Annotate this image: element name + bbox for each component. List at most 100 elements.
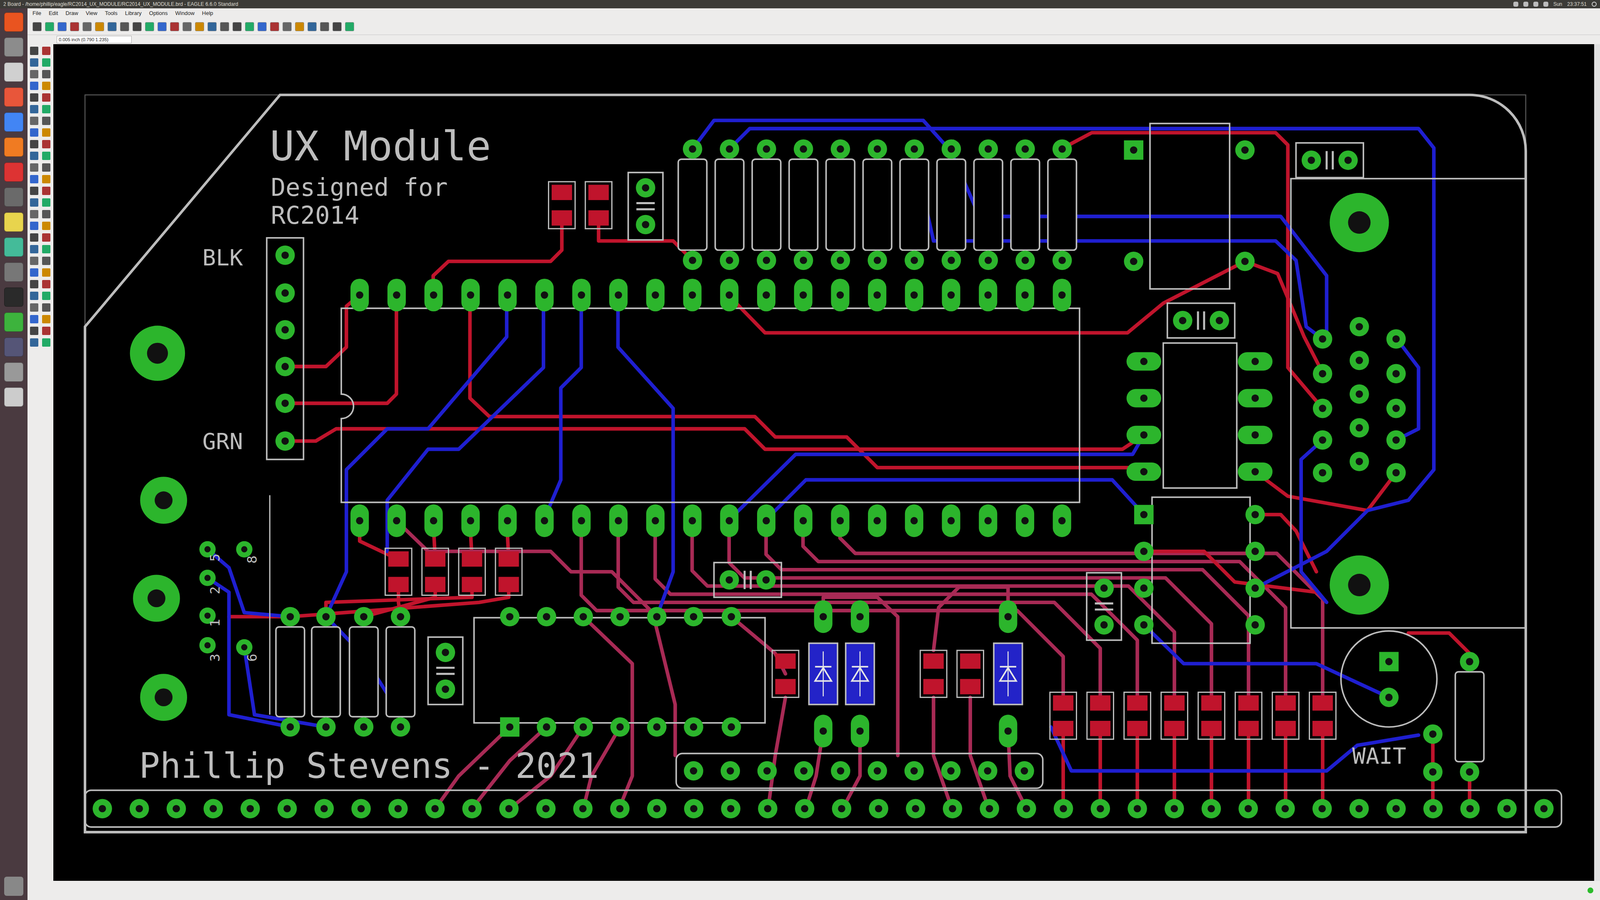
tool-icon[interactable] [42,58,51,67]
tool-icon[interactable] [42,268,51,277]
indicator-icon[interactable] [1533,1,1539,7]
toolbar-icon[interactable] [182,22,192,32]
tool-icon[interactable] [30,81,39,90]
menu-item[interactable]: Options [149,9,168,18]
tool-icon[interactable] [42,280,51,289]
tool-icon[interactable] [42,116,51,125]
tool-icon[interactable] [30,46,39,55]
menu-item[interactable]: Tools [105,9,118,18]
launcher-app-icon[interactable] [4,387,24,407]
tool-icon[interactable] [42,93,51,102]
tool-icon[interactable] [30,93,39,102]
tool-icon[interactable] [42,46,51,55]
menu-item[interactable]: Window [175,9,195,18]
tool-icon[interactable] [42,140,51,149]
tool-icon[interactable] [42,210,51,219]
board-canvas[interactable]: 582136UX ModuleDesigned forRC2014BLKGRNP… [53,44,1595,881]
toolbar-icon[interactable] [132,22,142,32]
tool-icon[interactable] [42,175,51,184]
menu-item[interactable]: File [32,9,42,18]
tool-icon[interactable] [30,105,39,114]
toolbar-icon[interactable] [332,22,342,32]
launcher-app-icon[interactable] [4,187,24,207]
toolbar-icon[interactable] [157,22,167,32]
tool-icon[interactable] [30,233,39,242]
tool-icon[interactable] [30,175,39,184]
power-icon[interactable] [1591,1,1597,7]
menu-item[interactable]: View [85,9,98,18]
launcher-app-icon[interactable] [4,162,24,182]
toolbar-icon[interactable] [95,22,105,32]
tool-icon[interactable] [30,116,39,125]
tool-icon[interactable] [30,315,39,324]
tool-icon[interactable] [30,198,39,207]
toolbar-icon[interactable] [295,22,305,32]
launcher-app-icon[interactable] [4,312,24,332]
menu-item[interactable]: Library [125,9,142,18]
tool-icon[interactable] [30,245,39,254]
tool-icon[interactable] [30,303,39,312]
toolbar-icon[interactable] [107,22,117,32]
tool-icon[interactable] [42,315,51,324]
launcher-app-icon[interactable] [4,12,24,32]
toolbar-icon[interactable] [70,22,80,32]
toolbar-icon[interactable] [345,22,355,32]
launcher-app-icon[interactable] [4,237,24,257]
toolbar-icon[interactable] [120,22,130,32]
tool-icon[interactable] [30,326,39,335]
trash-icon[interactable] [4,876,24,896]
launcher-app-icon[interactable] [4,62,24,82]
tool-icon[interactable] [30,70,39,79]
launcher-app-icon[interactable] [4,362,24,382]
scrollbar[interactable] [1594,44,1600,881]
tool-icon[interactable] [42,303,51,312]
tool-icon[interactable] [42,186,51,195]
tool-icon[interactable] [42,198,51,207]
toolbar-icon[interactable] [57,22,67,32]
tool-icon[interactable] [30,140,39,149]
tool-icon[interactable] [30,338,39,347]
tool-icon[interactable] [42,105,51,114]
indicator-icon[interactable] [1513,1,1519,7]
coordinate-field[interactable]: 0.005 inch (0.790 1.235) [56,35,132,44]
menu-item[interactable]: Help [202,9,214,18]
tool-icon[interactable] [30,221,39,230]
tool-icon[interactable] [30,128,39,137]
toolbar-icon[interactable] [170,22,180,32]
tool-icon[interactable] [42,245,51,254]
tool-icon[interactable] [30,186,39,195]
tool-icon[interactable] [30,210,39,219]
toolbar-icon[interactable] [45,22,55,32]
clock[interactable]: 23:37:51 [1567,0,1587,8]
tool-icon[interactable] [42,233,51,242]
tool-icon[interactable] [42,221,51,230]
tool-icon[interactable] [42,163,51,172]
tool-icon[interactable] [30,268,39,277]
launcher-app-icon[interactable] [4,112,24,132]
tool-icon[interactable] [42,70,51,79]
tool-icon[interactable] [42,128,51,137]
tool-icon[interactable] [42,338,51,347]
toolbar-icon[interactable] [220,22,230,32]
toolbar-icon[interactable] [195,22,205,32]
tool-icon[interactable] [42,291,51,300]
menu-item[interactable]: Edit [48,9,58,18]
tool-icon[interactable] [30,256,39,265]
tool-icon[interactable] [42,151,51,160]
toolbar-icon[interactable] [245,22,255,32]
toolbar-icon[interactable] [207,22,217,32]
board-view[interactable]: 582136UX ModuleDesigned forRC2014BLKGRNP… [53,44,1595,881]
tool-icon[interactable] [30,280,39,289]
launcher-app-icon[interactable] [4,137,24,157]
toolbar-icon[interactable] [232,22,242,32]
tool-icon[interactable] [42,326,51,335]
toolbar-icon[interactable] [307,22,317,32]
toolbar-icon[interactable] [282,22,292,32]
launcher-app-icon[interactable] [4,212,24,232]
launcher-app-icon[interactable] [4,262,24,282]
launcher-app-icon[interactable] [4,87,24,107]
menu-item[interactable]: Draw [65,9,78,18]
toolbar-icon[interactable] [82,22,92,32]
tool-icon[interactable] [30,151,39,160]
launcher-app-icon[interactable] [4,287,24,307]
